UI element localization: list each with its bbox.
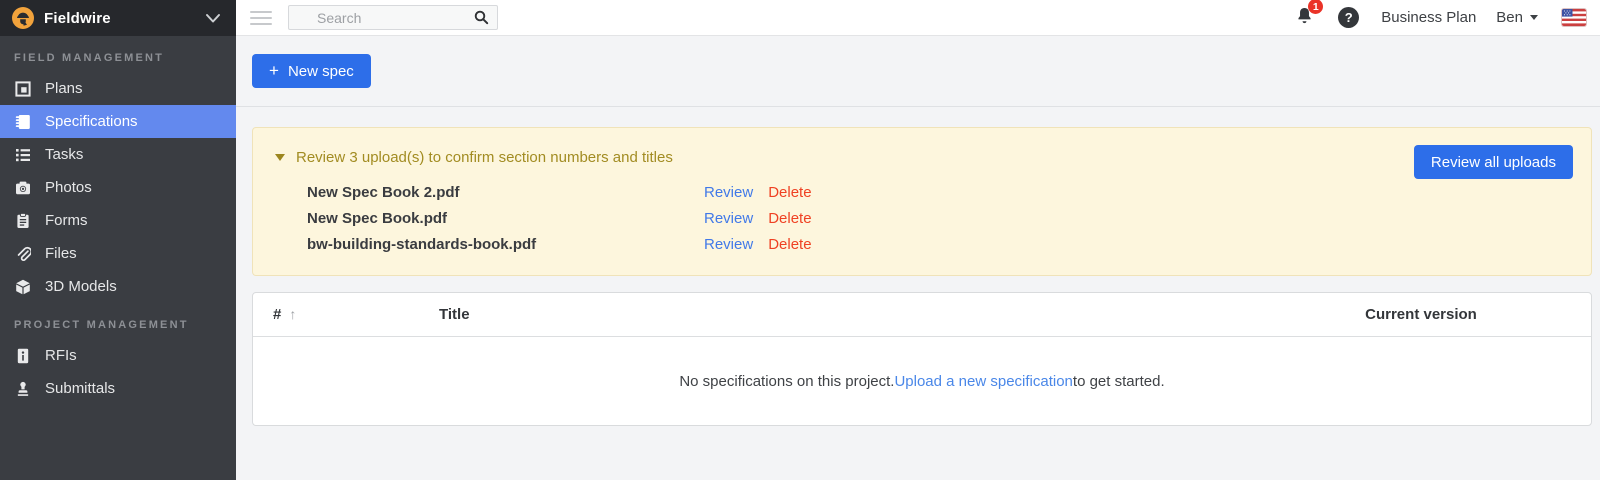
sidebar: Fieldwire FIELD MANAGEMENT Plans Specifi… bbox=[0, 0, 236, 480]
sidebar-item-label: Forms bbox=[45, 212, 88, 229]
upload-row: New Spec Book.pdf Review Delete bbox=[307, 205, 1575, 231]
cube-icon bbox=[14, 278, 31, 295]
search-icon[interactable] bbox=[474, 10, 489, 30]
notifications-bell-icon[interactable]: 1 bbox=[1295, 5, 1314, 30]
sidebar-item-label: Files bbox=[45, 245, 77, 262]
photos-icon bbox=[14, 179, 31, 196]
review-link[interactable]: Review bbox=[704, 184, 753, 201]
sidebar-item-label: Photos bbox=[45, 179, 92, 196]
main-content: + New spec Review 3 upload(s) to confirm… bbox=[236, 36, 1600, 480]
alert-title: Review 3 upload(s) to confirm section nu… bbox=[296, 149, 673, 166]
topbar: 1 ? Business Plan Ben bbox=[236, 0, 1600, 36]
empty-state-text: to get started. bbox=[1073, 373, 1165, 390]
rfi-document-icon bbox=[14, 347, 31, 364]
delete-link[interactable]: Delete bbox=[768, 236, 811, 253]
new-spec-button[interactable]: + New spec bbox=[252, 54, 371, 88]
toolbar: + New spec bbox=[236, 36, 1600, 107]
specifications-icon bbox=[14, 113, 31, 130]
sidebar-item-label: RFIs bbox=[45, 347, 77, 364]
app-name: Fieldwire bbox=[44, 10, 111, 27]
upload-filename: New Spec Book 2.pdf bbox=[307, 184, 704, 201]
chevron-down-icon[interactable] bbox=[202, 8, 224, 28]
upload-filename: bw-building-standards-book.pdf bbox=[307, 236, 704, 253]
new-spec-label: New spec bbox=[288, 63, 354, 80]
uploads-list: New Spec Book 2.pdf Review Delete New Sp… bbox=[307, 179, 1575, 257]
table-header: #↑ Title Current version bbox=[253, 293, 1591, 337]
sidebar-item-label: Submittals bbox=[45, 380, 115, 397]
sidebar-item-specifications[interactable]: Specifications bbox=[0, 105, 236, 138]
sidebar-item-photos[interactable]: Photos bbox=[0, 171, 236, 204]
sidebar-item-rfis[interactable]: RFIs bbox=[0, 339, 236, 372]
specifications-table: #↑ Title Current version No specificatio… bbox=[252, 292, 1592, 426]
section-project-management: PROJECT MANAGEMENT bbox=[0, 303, 236, 339]
delete-link[interactable]: Delete bbox=[768, 210, 811, 227]
alert-title-row: Review 3 upload(s) to confirm section nu… bbox=[269, 149, 1575, 166]
user-menu[interactable]: Ben bbox=[1496, 9, 1538, 26]
sidebar-item-label: Plans bbox=[45, 80, 83, 97]
plus-icon: + bbox=[269, 61, 279, 81]
sidebar-item-3d-models[interactable]: 3D Models bbox=[0, 270, 236, 303]
upload-row: bw-building-standards-book.pdf Review De… bbox=[307, 231, 1575, 257]
column-header-current-version[interactable]: Current version bbox=[1251, 306, 1591, 323]
uploads-review-alert: Review 3 upload(s) to confirm section nu… bbox=[252, 127, 1592, 276]
sort-asc-icon: ↑ bbox=[289, 306, 296, 322]
delete-link[interactable]: Delete bbox=[768, 184, 811, 201]
topbar-right: 1 ? Business Plan Ben bbox=[1295, 5, 1586, 30]
caret-down-icon bbox=[1530, 15, 1538, 20]
fieldwire-logo-icon bbox=[12, 7, 34, 29]
sidebar-item-submittals[interactable]: Submittals bbox=[0, 372, 236, 405]
collapse-arrow-icon[interactable] bbox=[275, 154, 285, 161]
sidebar-item-label: 3D Models bbox=[45, 278, 117, 295]
plans-icon bbox=[14, 80, 31, 97]
user-name: Ben bbox=[1496, 9, 1523, 26]
empty-state: No specifications on this project. Uploa… bbox=[253, 337, 1591, 425]
language-flag-icon[interactable] bbox=[1562, 9, 1586, 26]
review-all-uploads-button[interactable]: Review all uploads bbox=[1414, 145, 1573, 179]
sidebar-item-files[interactable]: Files bbox=[0, 237, 236, 270]
column-header-number[interactable]: #↑ bbox=[253, 306, 439, 323]
sidebar-item-forms[interactable]: Forms bbox=[0, 204, 236, 237]
sidebar-item-label: Specifications bbox=[45, 113, 138, 130]
project-switcher[interactable]: Fieldwire bbox=[0, 0, 236, 36]
upload-filename: New Spec Book.pdf bbox=[307, 210, 704, 227]
stamp-icon bbox=[14, 380, 31, 397]
review-link[interactable]: Review bbox=[704, 236, 753, 253]
notification-badge: 1 bbox=[1308, 0, 1323, 14]
files-icon bbox=[14, 245, 31, 262]
tasks-icon bbox=[14, 146, 31, 163]
help-icon[interactable]: ? bbox=[1338, 7, 1359, 28]
sidebar-item-label: Tasks bbox=[45, 146, 83, 163]
menu-icon[interactable] bbox=[250, 11, 272, 25]
section-field-management: FIELD MANAGEMENT bbox=[0, 36, 236, 72]
review-link[interactable]: Review bbox=[704, 210, 753, 227]
search-input[interactable] bbox=[288, 5, 498, 30]
upload-row: New Spec Book 2.pdf Review Delete bbox=[307, 179, 1575, 205]
empty-state-text: No specifications on this project. bbox=[679, 373, 894, 390]
upload-specification-link[interactable]: Upload a new specification bbox=[894, 373, 1072, 390]
forms-icon bbox=[14, 212, 31, 229]
plan-label[interactable]: Business Plan bbox=[1381, 9, 1476, 26]
sidebar-item-plans[interactable]: Plans bbox=[0, 72, 236, 105]
column-header-title[interactable]: Title bbox=[439, 306, 1251, 323]
sidebar-item-tasks[interactable]: Tasks bbox=[0, 138, 236, 171]
search-box bbox=[288, 5, 498, 30]
